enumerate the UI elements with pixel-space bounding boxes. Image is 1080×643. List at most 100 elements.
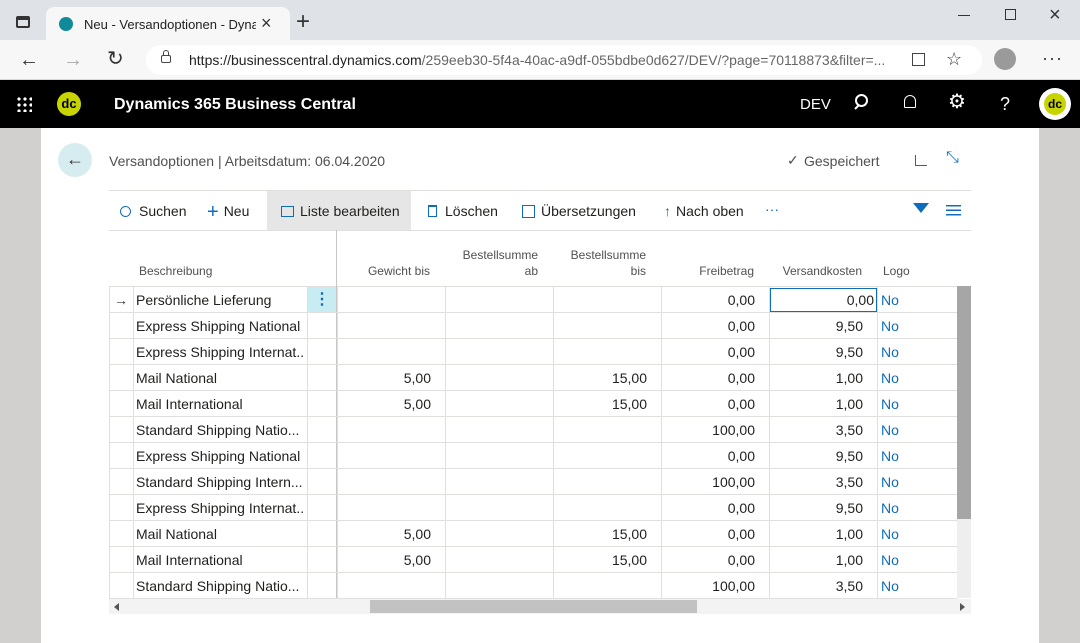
table-cell-allowance[interactable]: 0,00: [662, 287, 755, 313]
column-header-weight-to[interactable]: Gewicht bis: [338, 264, 430, 279]
favorites-star-icon[interactable]: ☆: [946, 49, 962, 69]
back-arrow-icon[interactable]: ←: [19, 50, 39, 70]
table-cell-shipping-cost[interactable]: 1,00: [770, 391, 863, 417]
table-cell-weight-to[interactable]: [338, 313, 431, 339]
refresh-icon[interactable]: ↻: [107, 49, 124, 69]
table-cell-order-from[interactable]: [446, 495, 539, 521]
table-cell-order-from[interactable]: [446, 313, 539, 339]
url-field[interactable]: https://businesscentral.dynamics.com/259…: [146, 45, 982, 75]
table-cell-logo[interactable]: No: [881, 391, 951, 417]
close-window-icon[interactable]: ×: [1049, 4, 1061, 26]
table-cell-logo[interactable]: No: [881, 287, 951, 313]
table-cell-order-from[interactable]: [446, 391, 539, 417]
table-cell-allowance[interactable]: 0,00: [662, 443, 755, 469]
list-view-icon[interactable]: [946, 205, 961, 216]
table-cell-weight-to[interactable]: 5,00: [338, 547, 431, 573]
table-cell-description[interactable]: Mail National: [136, 365, 304, 391]
vertical-scrollbar-thumb[interactable]: [957, 286, 971, 519]
table-cell-order-to[interactable]: [554, 339, 647, 365]
maximize-icon[interactable]: [1005, 9, 1016, 20]
browser-tab[interactable]: Neu - Versandoptionen - Dynam ×: [46, 7, 290, 40]
table-cell-order-from[interactable]: [446, 417, 539, 443]
table-cell-allowance[interactable]: 0,00: [662, 339, 755, 365]
environment-label[interactable]: DEV: [800, 95, 831, 115]
table-cell-order-to[interactable]: [554, 417, 647, 443]
table-cell-allowance[interactable]: 0,00: [662, 365, 755, 391]
table-cell-shipping-cost[interactable]: 3,50: [770, 417, 863, 443]
search-button[interactable]: Suchen: [120, 200, 186, 222]
app-launcher-icon[interactable]: [16, 96, 32, 112]
table-cell-order-from[interactable]: [446, 365, 539, 391]
table-cell-description[interactable]: Persönliche Lieferung: [136, 287, 304, 313]
filter-icon[interactable]: [913, 203, 929, 213]
table-cell-shipping-cost[interactable]: 1,00: [770, 365, 863, 391]
column-header-order-from-line1[interactable]: Bestellsumme: [446, 248, 538, 263]
table-cell-order-from[interactable]: [446, 573, 539, 599]
table-cell-shipping-cost[interactable]: 3,50: [770, 573, 863, 599]
browser-menu-icon[interactable]: ···: [1042, 49, 1063, 67]
horizontal-scrollbar-thumb[interactable]: [370, 600, 697, 613]
delete-button[interactable]: Löschen: [428, 200, 498, 222]
table-cell-description[interactable]: Express Shipping National: [136, 443, 304, 469]
table-cell-description[interactable]: Mail National: [136, 521, 304, 547]
table-cell-description[interactable]: Express Shipping Internat...: [136, 339, 304, 365]
table-cell-shipping-cost[interactable]: 3,50: [770, 469, 863, 495]
table-cell-shipping-cost[interactable]: 9,50: [770, 495, 863, 521]
close-tab-icon[interactable]: ×: [261, 13, 272, 33]
table-cell-order-from[interactable]: [446, 443, 539, 469]
table-cell-description[interactable]: Express Shipping Internat...: [136, 495, 304, 521]
new-tab-icon[interactable]: +: [296, 10, 310, 34]
table-cell-order-from[interactable]: [446, 469, 539, 495]
table-cell-shipping-cost[interactable]: 9,50: [770, 443, 863, 469]
table-cell-order-to[interactable]: [554, 495, 647, 521]
apps-icon[interactable]: [912, 53, 925, 66]
more-actions-button[interactable]: ···: [765, 198, 779, 220]
column-header-allowance[interactable]: Freibetrag: [662, 264, 754, 279]
table-cell-weight-to[interactable]: 5,00: [338, 365, 431, 391]
table-cell-weight-to[interactable]: 5,00: [338, 521, 431, 547]
table-cell-logo[interactable]: No: [881, 547, 951, 573]
scroll-right-arrow-icon[interactable]: [960, 603, 965, 611]
table-cell-allowance[interactable]: 100,00: [662, 417, 755, 443]
table-cell-allowance[interactable]: 0,00: [662, 521, 755, 547]
table-cell-logo[interactable]: No: [881, 417, 951, 443]
table-cell-shipping-cost[interactable]: 0,00: [770, 288, 877, 312]
table-cell-order-to[interactable]: 15,00: [554, 365, 647, 391]
table-cell-weight-to[interactable]: [338, 573, 431, 599]
table-cell-order-to[interactable]: [554, 287, 647, 313]
table-cell-description[interactable]: Express Shipping National: [136, 313, 304, 339]
back-button[interactable]: ←: [58, 143, 92, 177]
translations-button[interactable]: Übersetzungen: [522, 200, 636, 222]
table-cell-allowance[interactable]: 100,00: [662, 469, 755, 495]
table-cell-order-to[interactable]: 15,00: [554, 547, 647, 573]
table-cell-weight-to[interactable]: [338, 443, 431, 469]
tab-actions-icon[interactable]: [16, 16, 30, 28]
minimize-icon[interactable]: [958, 15, 970, 16]
table-cell-logo[interactable]: No: [881, 365, 951, 391]
table-cell-logo[interactable]: No: [881, 313, 951, 339]
table-cell-order-to[interactable]: 15,00: [554, 391, 647, 417]
table-cell-allowance[interactable]: 0,00: [662, 547, 755, 573]
profile-avatar-icon[interactable]: [994, 48, 1016, 70]
column-header-logo[interactable]: Logo: [883, 264, 910, 279]
table-cell-order-to[interactable]: [554, 469, 647, 495]
table-cell-order-to[interactable]: [554, 313, 647, 339]
table-cell-shipping-cost[interactable]: 9,50: [770, 339, 863, 365]
open-new-window-icon[interactable]: [915, 155, 927, 166]
table-cell-logo[interactable]: No: [881, 339, 951, 365]
go-up-button[interactable]: ↑ Nach oben: [664, 200, 744, 222]
table-cell-order-from[interactable]: [446, 547, 539, 573]
table-cell-allowance[interactable]: 0,00: [662, 495, 755, 521]
table-cell-shipping-cost[interactable]: 1,00: [770, 521, 863, 547]
table-cell-weight-to[interactable]: 5,00: [338, 391, 431, 417]
table-cell-weight-to[interactable]: [338, 287, 431, 313]
help-icon[interactable]: ?: [1000, 93, 1010, 115]
table-cell-order-from[interactable]: [446, 287, 539, 313]
notification-bell-icon[interactable]: [904, 95, 916, 108]
table-cell-logo[interactable]: No: [881, 495, 951, 521]
table-cell-weight-to[interactable]: [338, 417, 431, 443]
column-header-order-to-line1[interactable]: Bestellsumme: [554, 248, 646, 263]
table-cell-order-from[interactable]: [446, 339, 539, 365]
table-cell-description[interactable]: Standard Shipping Intern...: [136, 469, 304, 495]
table-cell-description[interactable]: Standard Shipping Natio...: [136, 573, 304, 599]
